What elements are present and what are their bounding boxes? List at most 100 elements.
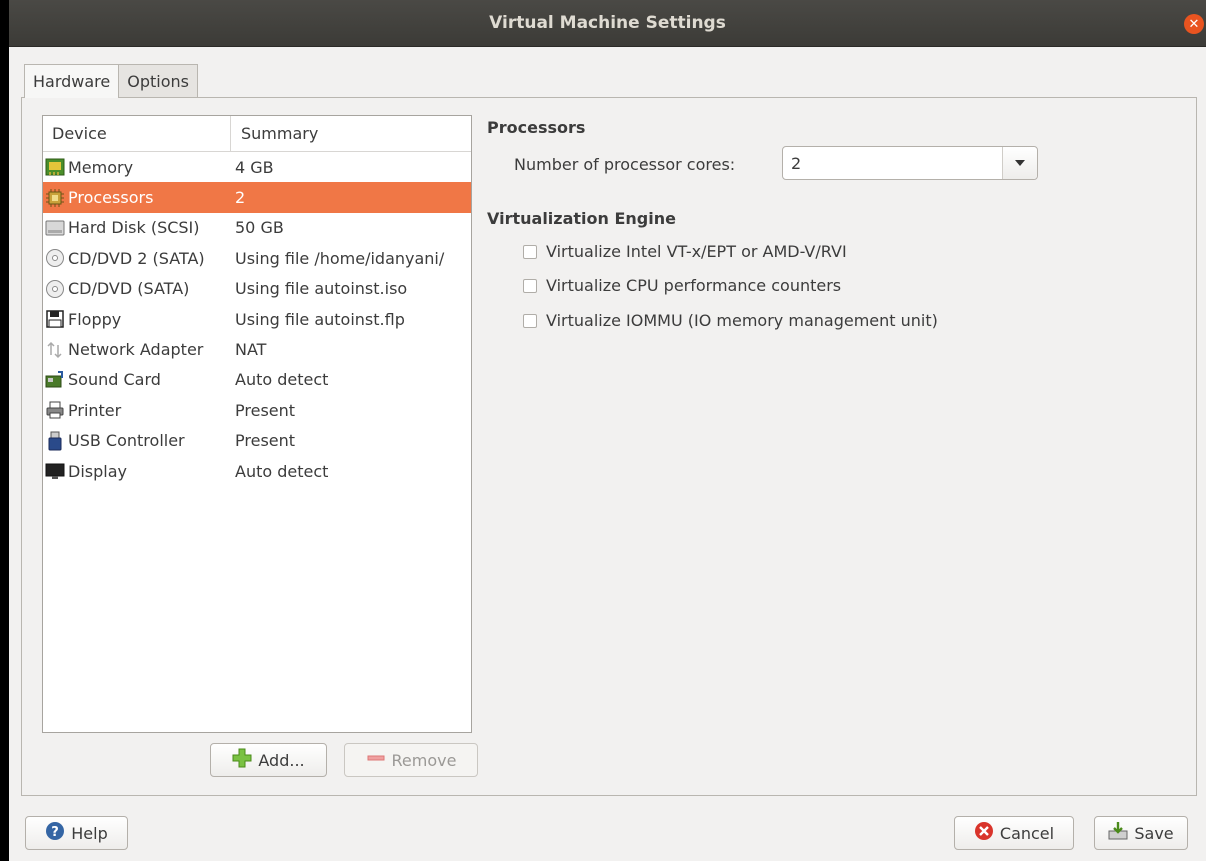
- cancel-button[interactable]: Cancel: [954, 816, 1074, 850]
- minus-icon: [366, 748, 386, 772]
- device-cell: Floppy: [43, 309, 235, 329]
- processor-cores-label: Number of processor cores:: [514, 155, 736, 174]
- device-row-display[interactable]: Display Auto detect: [43, 456, 471, 486]
- device-summary: 2: [235, 188, 246, 208]
- device-name: Processors: [68, 188, 154, 208]
- device-row-memory[interactable]: Memory 4 GB: [43, 152, 471, 182]
- help-icon: ?: [45, 821, 65, 845]
- sound-card-icon: [44, 370, 66, 390]
- column-header-summary[interactable]: Summary: [231, 116, 471, 151]
- device-cell: Display: [43, 461, 235, 481]
- device-row-cd-dvd-2[interactable]: CD/DVD 2 (SATA) Using file /home/idanyan…: [43, 243, 471, 273]
- add-button-label: Add...: [258, 750, 305, 770]
- device-name: Floppy: [68, 309, 122, 329]
- device-name: Sound Card: [68, 370, 161, 390]
- device-cell: Network Adapter: [43, 340, 235, 360]
- device-cell: Processors: [43, 188, 235, 208]
- checkbox-cpu-counters[interactable]: Virtualize CPU performance counters: [523, 276, 841, 295]
- processors-heading: Processors: [487, 118, 586, 137]
- cd-dvd-icon: [44, 279, 66, 299]
- device-row-processors[interactable]: Processors 2: [43, 182, 471, 213]
- device-cell: CD/DVD (SATA): [43, 279, 235, 299]
- tab-label: Hardware: [33, 72, 111, 91]
- checkbox-label: Virtualize CPU performance counters: [546, 276, 842, 295]
- device-cell: Sound Card: [43, 370, 235, 390]
- hard-disk-icon: [44, 218, 66, 238]
- device-row-floppy[interactable]: Floppy Using file autoinst.flp: [43, 304, 471, 334]
- device-summary: Using file autoinst.iso: [235, 279, 408, 299]
- chevron-down-icon[interactable]: [1003, 147, 1037, 179]
- window-title: Virtual Machine Settings: [489, 13, 726, 33]
- device-cell: Hard Disk (SCSI): [43, 218, 235, 238]
- hardware-panel: Device Summary Memory 4 GB Processors 2 …: [21, 97, 1197, 796]
- help-button-label: Help: [71, 823, 108, 843]
- cancel-button-label: Cancel: [999, 823, 1055, 843]
- device-cell: CD/DVD 2 (SATA): [43, 248, 235, 268]
- checkbox-label: Virtualize IOMMU (IO memory management u…: [546, 311, 938, 330]
- device-name: CD/DVD 2 (SATA): [68, 248, 205, 268]
- checkbox-label: Virtualize Intel VT-x/EPT or AMD-V/RVI: [546, 242, 847, 261]
- virtualization-heading: Virtualization Engine: [487, 209, 676, 228]
- usb-icon: [44, 431, 66, 451]
- device-name: Hard Disk (SCSI): [68, 218, 200, 238]
- list-header: Device Summary: [43, 116, 471, 152]
- device-summary: Using file autoinst.flp: [235, 309, 405, 329]
- device-summary: Auto detect: [235, 461, 329, 481]
- device-name: Printer: [68, 400, 122, 420]
- tab-options[interactable]: Options: [118, 64, 198, 97]
- display-icon: [44, 461, 66, 481]
- device-summary: Using file /home/idanyani/: [235, 248, 445, 268]
- device-row-hard-disk[interactable]: Hard Disk (SCSI) 50 GB: [43, 213, 471, 243]
- checkbox-box[interactable]: [523, 278, 537, 293]
- device-summary: Auto detect: [235, 370, 329, 390]
- close-icon[interactable]: ✕: [1184, 14, 1204, 34]
- device-row-sound-card[interactable]: Sound Card Auto detect: [43, 365, 471, 395]
- settings-window: Hardware Options Device Summary Memory 4…: [9, 47, 1206, 861]
- remove-button-label: Remove: [391, 750, 457, 770]
- printer-icon: [44, 400, 66, 420]
- cd-dvd-icon: [44, 248, 66, 268]
- device-summary: NAT: [235, 340, 267, 360]
- column-header-device[interactable]: Device: [43, 116, 231, 151]
- tab-label: Options: [127, 71, 189, 91]
- device-name: Display: [68, 461, 127, 481]
- device-cell: Printer: [43, 400, 235, 420]
- processor-icon: [44, 188, 66, 208]
- device-name: USB Controller: [68, 431, 185, 451]
- checkbox-iommu[interactable]: Virtualize IOMMU (IO memory management u…: [523, 311, 938, 330]
- processor-cores-select[interactable]: 2: [782, 146, 1038, 180]
- title-bar: Virtual Machine Settings ✕: [9, 0, 1206, 47]
- plus-icon: [232, 748, 252, 772]
- device-cell: Memory: [43, 157, 235, 177]
- checkbox-box[interactable]: [523, 313, 537, 328]
- checkbox-vtx[interactable]: Virtualize Intel VT-x/EPT or AMD-V/RVI: [523, 242, 847, 261]
- save-button-label: Save: [1134, 823, 1174, 843]
- remove-device-button[interactable]: Remove: [344, 743, 478, 777]
- device-row-printer[interactable]: Printer Present: [43, 395, 471, 425]
- device-summary: Present: [235, 431, 296, 451]
- cancel-icon: [974, 821, 994, 845]
- tab-hardware[interactable]: Hardware: [24, 64, 120, 98]
- processor-cores-value: 2: [783, 147, 1003, 179]
- device-summary: Present: [235, 400, 296, 420]
- device-row-usb-controller[interactable]: USB Controller Present: [43, 426, 471, 456]
- device-row-network-adapter[interactable]: Network Adapter NAT: [43, 334, 471, 364]
- device-name: Network Adapter: [68, 340, 204, 360]
- device-row-cd-dvd[interactable]: CD/DVD (SATA) Using file autoinst.iso: [43, 274, 471, 304]
- tab-bar: Hardware Options: [24, 64, 198, 98]
- help-button[interactable]: ? Help: [25, 816, 128, 850]
- device-list[interactable]: Device Summary Memory 4 GB Processors 2 …: [42, 115, 472, 733]
- device-name: Memory: [68, 157, 134, 177]
- device-cell: USB Controller: [43, 431, 235, 451]
- device-name: CD/DVD (SATA): [68, 279, 190, 299]
- svg-text:?: ?: [51, 825, 59, 840]
- save-button[interactable]: Save: [1094, 816, 1188, 850]
- device-summary: 4 GB: [235, 157, 274, 177]
- network-icon: [44, 340, 66, 360]
- device-summary: 50 GB: [235, 218, 284, 238]
- checkbox-box[interactable]: [523, 244, 537, 259]
- add-device-button[interactable]: Add...: [210, 743, 327, 777]
- save-icon: [1108, 821, 1128, 845]
- floppy-icon: [44, 309, 66, 329]
- memory-icon: [44, 157, 66, 177]
